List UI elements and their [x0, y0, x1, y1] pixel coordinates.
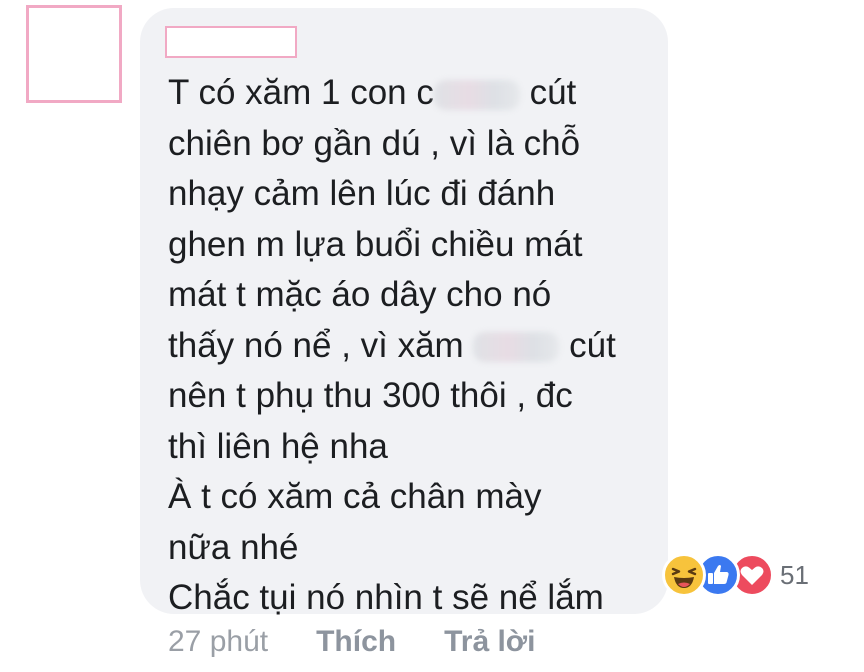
author-name-redacted[interactable] [165, 26, 297, 58]
comment-actions: 27 phút Thích Trả lời [168, 620, 583, 664]
censored-word [473, 332, 560, 363]
comment-line-text: cút [519, 73, 577, 112]
comment-line: T có xăm 1 con c cút [168, 68, 668, 119]
reaction-count: 51 [780, 559, 809, 590]
comment-line: thì liên hệ nha [168, 426, 388, 466]
reply-button[interactable]: Trả lời [444, 625, 535, 659]
comment-line: thấy nó nể , vì xăm cút [168, 321, 668, 372]
comment-line-text: thấy nó nể , vì xăm [168, 325, 474, 365]
comment-text: T có xăm 1 con c cút chiên bơ gần dú , v… [168, 68, 668, 624]
comment-line-text: T có xăm 1 con c [168, 73, 434, 112]
comment-line: À t có xăm cả chân mày [168, 477, 542, 516]
comment-line: Chắc tụi nó nhìn t sẽ nể lắm [168, 578, 604, 617]
comment-line: nên t phụ thu 300 thôi , đc [168, 376, 573, 415]
reactions-summary[interactable]: 51 [662, 553, 809, 597]
comment-line: nhạy cảm lên lúc đi đánh [168, 174, 556, 213]
comment-line: ghen m lựa buổi chiều mát [168, 224, 583, 264]
comment-line: chiên bơ gần dú , vì là chỗ [168, 123, 581, 163]
comment-line: nữa nhé [168, 527, 299, 567]
comment-line-text: cút [559, 325, 616, 365]
timestamp[interactable]: 27 phút [168, 625, 268, 659]
avatar[interactable] [26, 5, 122, 103]
censored-word [433, 79, 520, 110]
comment-line: mát t mặc áo dây cho nó [168, 275, 552, 314]
like-button[interactable]: Thích [316, 625, 396, 659]
haha-icon [662, 553, 706, 597]
